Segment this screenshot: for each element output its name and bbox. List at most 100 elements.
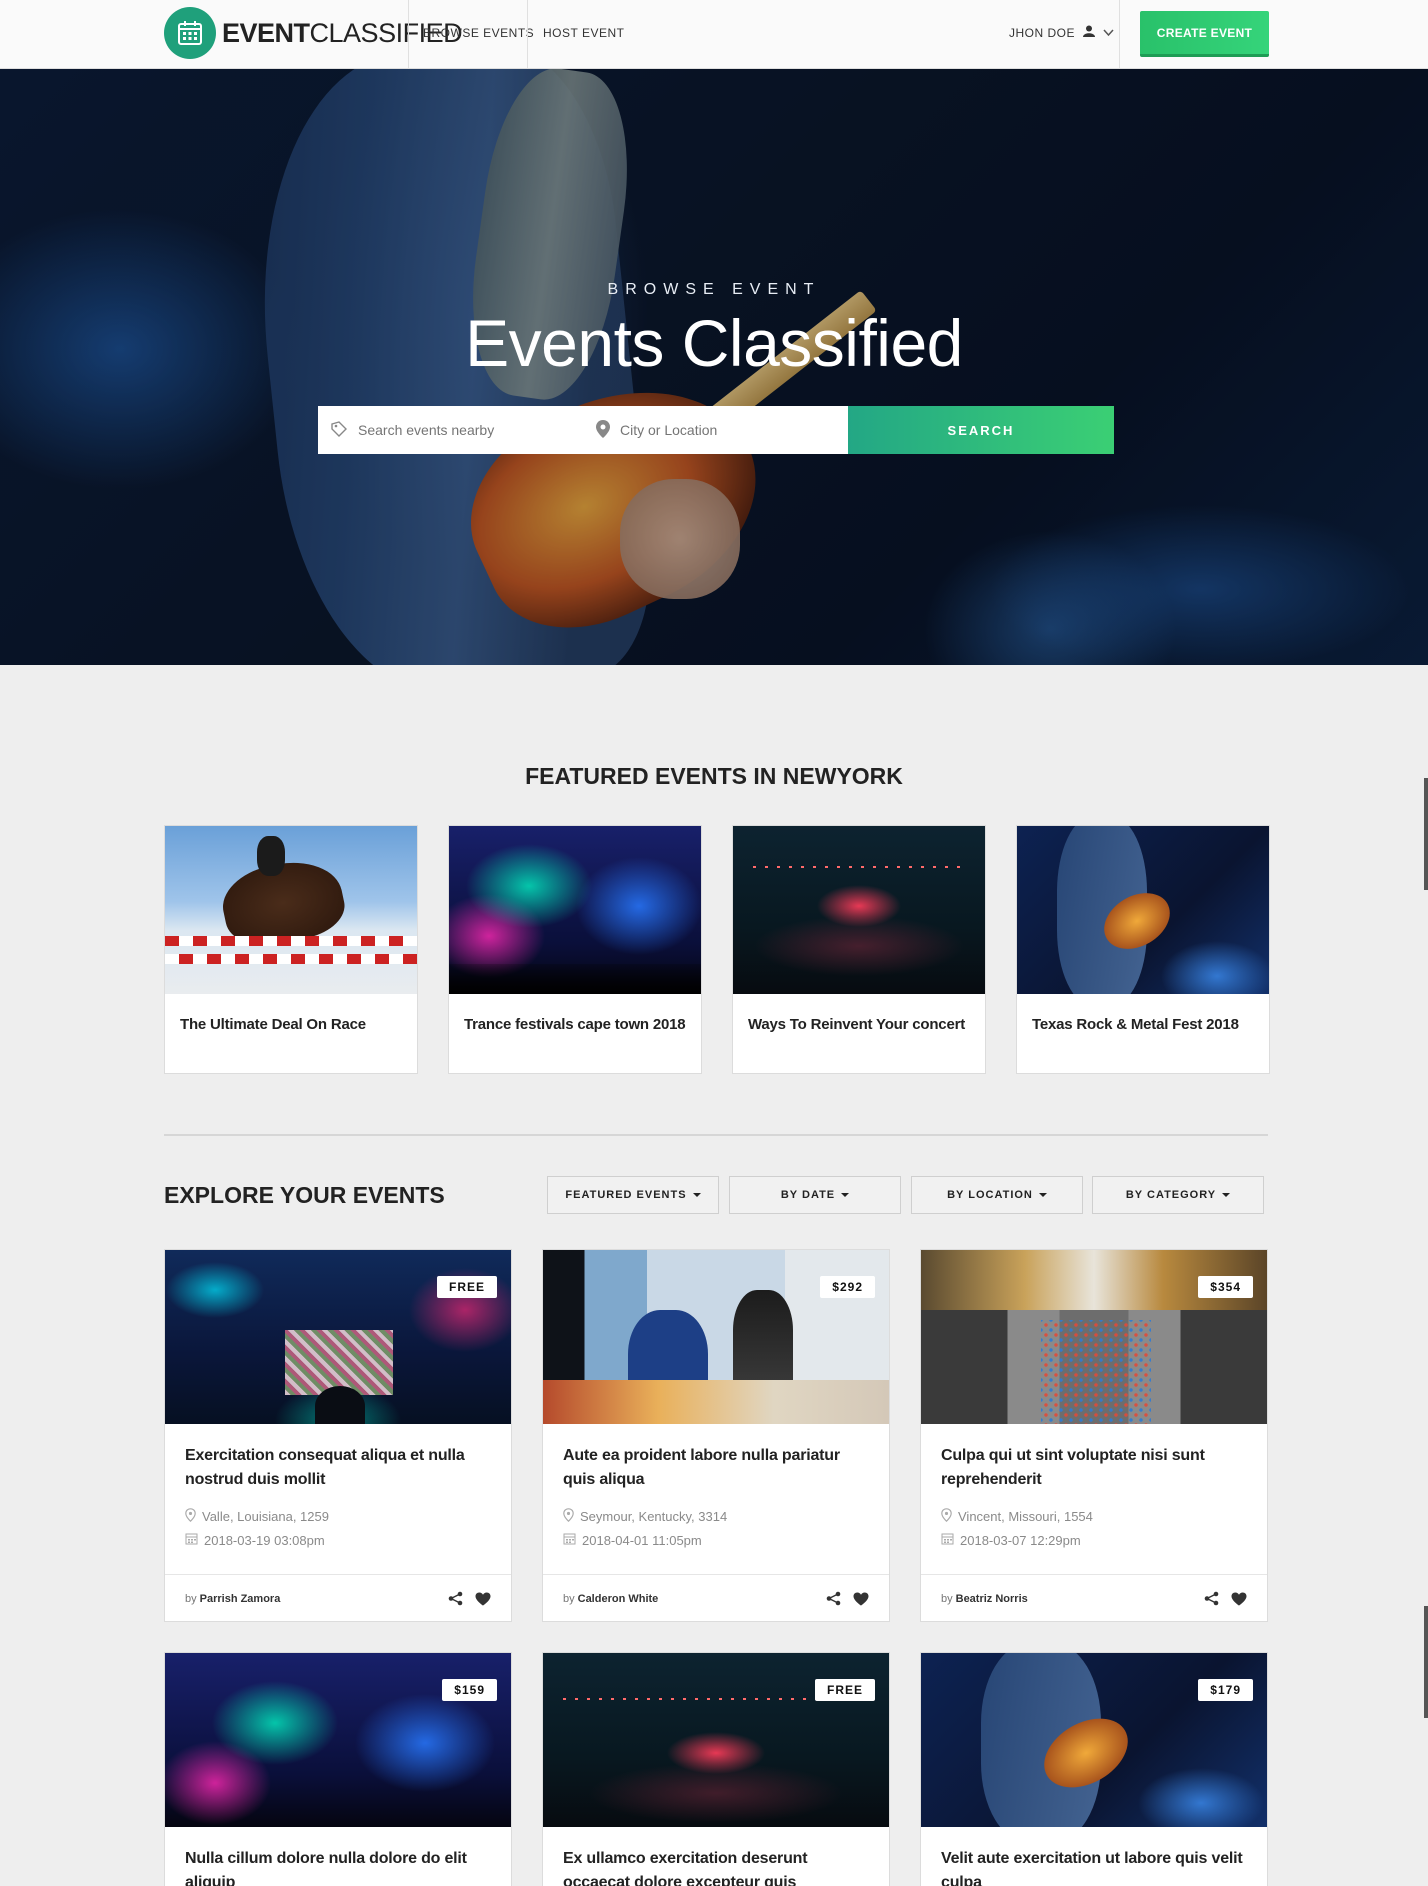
location-text: Valle, Louisiana, 1259 [202,1508,329,1524]
event-date: 2018-04-01 11:05pm [563,1528,869,1552]
calendar-icon [185,1532,198,1548]
filter-featured-events[interactable]: FEATURED EVENTS [547,1176,719,1214]
share-icon[interactable] [448,1591,463,1606]
location-pin-icon [563,1507,574,1525]
scrollbar-thumb[interactable] [1424,1606,1428,1718]
filter-label: FEATURED EVENTS [565,1189,687,1201]
location-field[interactable] [584,406,848,454]
featured-card[interactable]: Texas Rock & Metal Fest 2018 [1016,825,1270,1074]
location-text: Vincent, Missouri, 1554 [958,1508,1093,1524]
caret-down-icon [841,1193,850,1197]
featured-image-rock-fest [1017,826,1269,994]
date-text: 2018-03-07 12:29pm [960,1532,1081,1548]
hero-banner: BROWSE EVENT Events Classified SEARCH [0,69,1428,665]
event-title[interactable]: Exercitation consequat aliqua et nulla n… [185,1444,491,1492]
event-location: Seymour, Kentucky, 3314 [563,1504,869,1528]
featured-heading: FEATURED EVENTS IN NEWYORK [525,763,903,789]
event-image-guitarist[interactable]: $179 [921,1653,1267,1827]
section-divider [164,1134,1268,1136]
price-badge: FREE [814,1679,875,1701]
event-card: $159 Nulla cillum dolore nulla dolore do… [164,1652,512,1886]
event-image-arena-concert[interactable]: FREE [543,1653,889,1827]
location-pin-icon [596,419,610,441]
price-badge: $354 [1198,1276,1253,1298]
author-name[interactable]: Parrish Zamora [200,1593,281,1605]
caret-down-icon [1222,1193,1231,1197]
date-text: 2018-04-01 11:05pm [582,1532,702,1548]
event-card: FREE Exercitation consequat aliqua et nu… [164,1249,512,1622]
filter-by-category[interactable]: BY CATEGORY [1092,1176,1264,1214]
event-location: Valle, Louisiana, 1259 [185,1504,491,1528]
featured-title: Trance festivals cape town 2018 [464,1016,686,1033]
calendar-icon [563,1532,576,1548]
location-pin-icon [941,1507,952,1525]
chevron-down-icon [1103,26,1114,40]
event-image-festival-lights[interactable]: $159 [165,1653,511,1827]
price-badge: $292 [820,1276,875,1298]
scrollbar-thumb[interactable] [1424,778,1428,890]
calendar-icon [941,1532,954,1548]
caret-down-icon [692,1193,701,1197]
explore-heading: EXPLORE YOUR EVENTS [164,1182,445,1208]
filter-by-date[interactable]: BY DATE [729,1176,901,1214]
heart-icon[interactable] [475,1592,491,1606]
location-input[interactable] [620,422,820,438]
calendar-icon [164,7,216,59]
featured-title: The Ultimate Deal On Race [180,1016,366,1033]
event-location: Vincent, Missouri, 1554 [941,1504,1247,1528]
search-button[interactable]: SEARCH [848,406,1114,454]
featured-title: Texas Rock & Metal Fest 2018 [1032,1016,1239,1033]
user-menu[interactable]: JHON DOE [1009,25,1114,40]
event-card: FREE Ex ullamco exercitation deserunt oc… [542,1652,890,1886]
location-text: Seymour, Kentucky, 3314 [580,1508,728,1524]
create-event-button[interactable]: CREATE EVENT [1140,11,1269,57]
hero-title: Events Classified [465,306,963,380]
hero-subtitle: BROWSE EVENT [607,281,821,298]
event-title[interactable]: Nulla cillum dolore nulla dolore do elit… [185,1847,491,1886]
nav-host-event[interactable]: HOST EVENT [543,26,624,40]
caret-down-icon [1038,1193,1047,1197]
price-badge: $159 [442,1679,497,1701]
top-navbar: EVENTCLASSIFIED BROWSE EVENTS HOST EVENT… [0,0,1428,69]
search-bar: SEARCH [318,406,1114,454]
nav-browse-events[interactable]: BROWSE EVENTS [423,26,534,40]
filter-by-location[interactable]: BY LOCATION [911,1176,1083,1214]
event-search-field[interactable] [318,406,584,454]
featured-card[interactable]: Ways To Reinvent Your concert [732,825,986,1074]
author-name[interactable]: Calderon White [578,1593,659,1605]
author-prefix: by [941,1592,953,1605]
event-title[interactable]: Culpa qui ut sint voluptate nisi sunt re… [941,1444,1247,1492]
event-image-wine-tasting[interactable]: $292 [543,1250,889,1424]
nav-divider [408,0,409,68]
author-prefix: by [185,1592,197,1605]
featured-image-trance-festival [449,826,701,994]
filter-label: BY CATEGORY [1125,1189,1217,1201]
featured-card[interactable]: The Ultimate Deal On Race [164,825,418,1074]
event-search-input[interactable] [358,422,558,438]
heart-icon[interactable] [1231,1592,1247,1606]
share-icon[interactable] [826,1591,841,1606]
nav-divider [527,0,528,68]
event-card: $292 Aute ea proident labore nulla paria… [542,1249,890,1622]
event-footer: by Calderon White [543,1574,889,1621]
event-footer: by Beatriz Norris [921,1574,1267,1621]
heart-icon[interactable] [853,1592,869,1606]
event-card: $179 Velit aute exercitation ut labore q… [920,1652,1268,1886]
event-title[interactable]: Ex ullamco exercitation deserunt occaeca… [563,1847,869,1886]
author-name[interactable]: Beatriz Norris [956,1593,1028,1605]
event-title[interactable]: Aute ea proident labore nulla pariatur q… [563,1444,869,1492]
location-pin-icon [185,1507,196,1525]
event-footer: by Parrish Zamora [165,1574,511,1621]
event-title[interactable]: Velit aute exercitation ut labore quis v… [941,1847,1247,1886]
nav-divider [1119,0,1120,68]
event-image-dj-show[interactable]: FREE [165,1250,511,1424]
share-icon[interactable] [1204,1591,1219,1606]
event-image-marathon[interactable]: $354 [921,1250,1267,1424]
user-name: JHON DOE [1009,25,1076,40]
user-icon [1083,25,1096,40]
featured-title: Ways To Reinvent Your concert [748,1016,966,1033]
filter-label: BY LOCATION [947,1189,1033,1201]
brand-logo[interactable]: EVENTCLASSIFIED [164,7,463,59]
price-badge: FREE [436,1276,497,1298]
featured-card[interactable]: Trance festivals cape town 2018 [448,825,702,1074]
